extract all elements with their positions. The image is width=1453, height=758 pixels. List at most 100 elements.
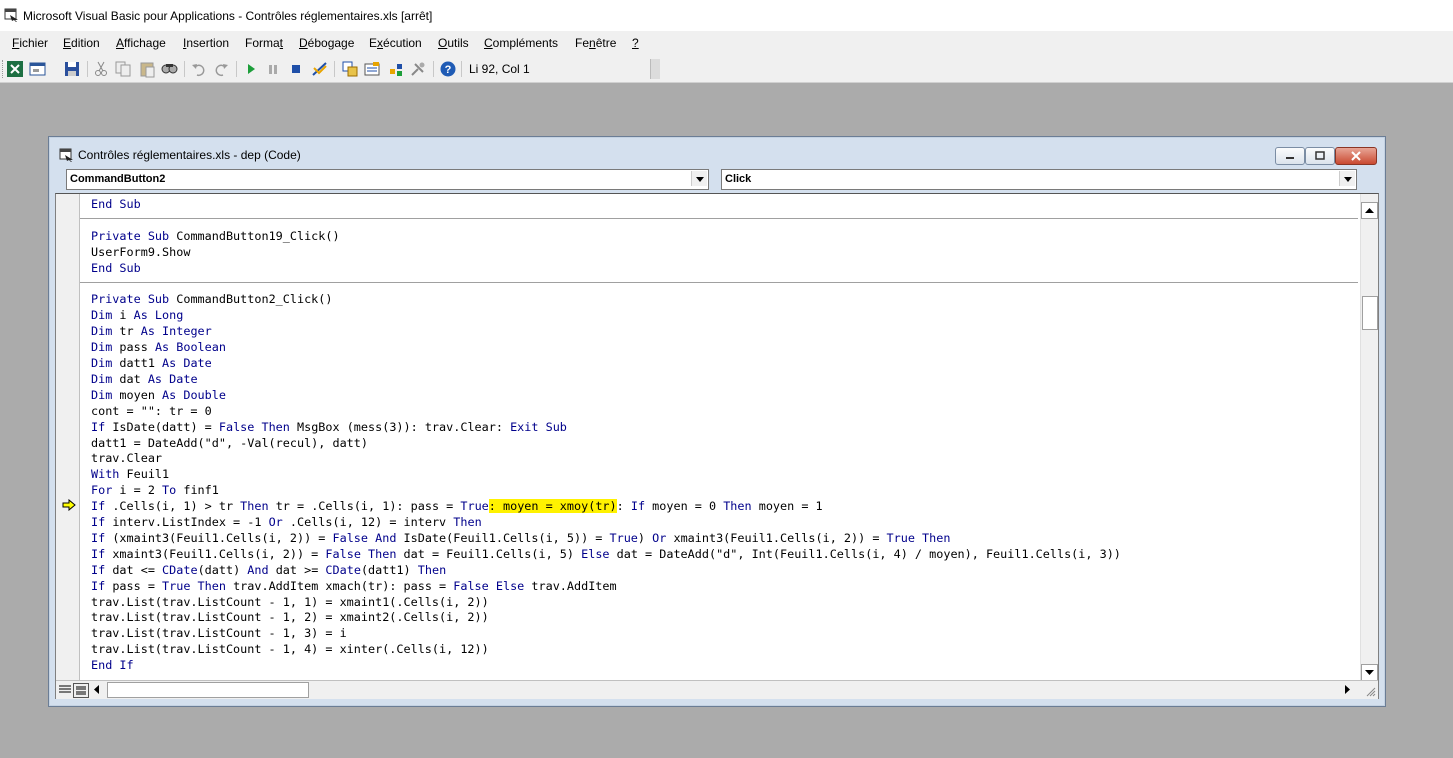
object-browser-icon[interactable] (387, 60, 405, 78)
object-dropdown[interactable]: CommandButton2 (66, 169, 709, 190)
code-line[interactable]: Dim tr As Integer (91, 323, 212, 339)
chevron-down-icon[interactable] (691, 171, 707, 186)
code-keyword: Then (240, 499, 269, 514)
code-window-titlebar[interactable]: Contrôles réglementaires.xls - dep (Code… (49, 137, 1385, 167)
insert-userform-icon[interactable] (29, 60, 47, 78)
menu-item-8[interactable]: Compléments (484, 36, 558, 50)
menu-item-5[interactable]: Débogage (299, 36, 354, 50)
scroll-up-button[interactable] (1361, 202, 1378, 219)
code-line[interactable]: UserForm9.Show (91, 244, 190, 260)
code-line[interactable]: If dat <= CDate(datt) And dat >= CDate(d… (91, 562, 446, 578)
code-keyword: False And (332, 530, 397, 545)
find-icon[interactable] (160, 60, 178, 78)
code-line[interactable]: Private Sub CommandButton19_Click() (91, 228, 340, 244)
menu-item-text: Fe (575, 36, 590, 50)
code-line[interactable]: Private Sub CommandButton2_Click() (91, 291, 333, 307)
code-token: datt1 (112, 356, 163, 370)
cursor-position: Li 92, Col 1 (469, 62, 530, 76)
menu-item-0[interactable]: Fichier (12, 36, 48, 50)
current-code-line[interactable]: If .Cells(i, 1) > tr Then tr = .Cells(i,… (91, 498, 823, 514)
code-keyword: Private Sub (91, 292, 170, 307)
arrow-right-icon[interactable] (1341, 683, 1353, 696)
redo-icon[interactable] (212, 60, 230, 78)
code-line[interactable]: trav.List(trav.ListCount - 1, 1) = xmain… (91, 594, 489, 610)
code-line[interactable]: If interv.ListIndex = -1 Or .Cells(i, 12… (91, 514, 482, 530)
scroll-down-button[interactable] (1361, 664, 1378, 681)
code-line[interactable]: If pass = True Then trav.AddItem xmach(t… (91, 578, 617, 594)
toolbar-options[interactable] (650, 59, 660, 79)
code-keyword: If (91, 578, 106, 593)
procedure-view-icon[interactable] (58, 683, 72, 696)
code-keyword: CDate (162, 562, 198, 577)
code-keyword: If (630, 499, 646, 514)
arrow-left-icon[interactable] (91, 683, 103, 696)
procedure-dropdown[interactable]: Click (721, 169, 1357, 190)
close-button[interactable] (1335, 147, 1377, 165)
code-line[interactable]: For i = 2 To finf1 (91, 482, 219, 498)
reset-icon[interactable] (287, 60, 305, 78)
toolbar-separator (87, 61, 88, 77)
menu-item-4[interactable]: Format (245, 36, 283, 50)
cut-icon[interactable] (92, 60, 110, 78)
code-line[interactable]: End Sub (91, 196, 141, 212)
code-keyword: If (91, 419, 106, 434)
code-line[interactable]: If IsDate(datt) = False Then MsgBox (mes… (91, 419, 567, 435)
code-keyword: True (609, 530, 638, 545)
code-line[interactable]: End If (91, 657, 134, 673)
save-icon[interactable] (63, 60, 81, 78)
code-line[interactable]: Dim moyen As Double (91, 387, 226, 403)
project-explorer-icon[interactable] (341, 60, 359, 78)
paste-icon[interactable] (138, 60, 156, 78)
code-line[interactable]: trav.List(trav.ListCount - 1, 2) = xmain… (91, 609, 489, 625)
code-line[interactable]: trav.List(trav.ListCount - 1, 4) = xinte… (91, 641, 489, 657)
vertical-scroll-thumb[interactable] (1362, 296, 1378, 330)
restore-button[interactable] (1305, 147, 1335, 165)
menu-item-9[interactable]: Fenêtre (575, 36, 616, 50)
code-text-area[interactable]: End Sub Private Sub CommandButton19_Click… (80, 194, 1358, 680)
menu-item-3[interactable]: Insertion (183, 36, 229, 50)
menu-item-accelerator: t (279, 36, 284, 50)
code-line[interactable]: With Feuil1 (91, 466, 169, 482)
code-token: IsDate(Feuil1.Cells(i, 5)) = (396, 530, 610, 545)
horizontal-scroll-thumb[interactable] (107, 682, 309, 698)
code-line[interactable]: Dim i As Long (91, 307, 183, 323)
toolbox-icon[interactable] (409, 60, 427, 78)
code-line[interactable]: cont = "": tr = 0 (91, 403, 212, 419)
toolbar-separator (461, 61, 462, 77)
design-mode-icon[interactable] (311, 60, 329, 78)
menu-item-accelerator: D (299, 36, 308, 50)
procedure-separator (80, 217, 1358, 219)
code-line[interactable]: End Sub (91, 260, 141, 276)
menu-item-6[interactable]: Exécution (369, 36, 422, 50)
margin-indicator-bar[interactable] (56, 194, 80, 680)
code-line[interactable]: trav.Clear (91, 450, 162, 466)
menu-item-7[interactable]: Outils (438, 36, 469, 50)
menu-item-2[interactable]: Affichage (116, 36, 166, 50)
full-module-view-icon[interactable] (73, 683, 89, 698)
run-icon[interactable] (242, 60, 260, 78)
code-line[interactable]: Dim pass As Boolean (91, 339, 226, 355)
properties-icon[interactable] (363, 60, 381, 78)
undo-icon[interactable] (190, 60, 208, 78)
chevron-down-icon[interactable] (1339, 171, 1355, 186)
code-line[interactable]: If xmaint3(Feuil1.Cells(i, 2)) = False T… (91, 546, 1121, 562)
excel-icon[interactable] (6, 60, 24, 78)
object-dropdown-value: CommandButton2 (70, 173, 166, 185)
break-icon[interactable] (264, 60, 282, 78)
code-line[interactable]: trav.List(trav.ListCount - 1, 3) = i (91, 625, 347, 641)
menu-bar: Fichier Edition Affichage Insertion Format Dé… (0, 31, 1453, 56)
code-keyword: To (162, 483, 177, 498)
horizontal-scrollbar[interactable] (89, 681, 1361, 698)
code-line[interactable]: datt1 = DateAdd("d", -Val(recul), datt) (91, 435, 368, 451)
vertical-scrollbar[interactable] (1360, 194, 1378, 681)
menu-item-1[interactable]: Edition (63, 36, 100, 50)
code-line[interactable]: If (xmaint3(Feuil1.Cells(i, 2)) = False … (91, 530, 950, 546)
menu-item-10[interactable]: ? (632, 36, 639, 50)
code-line[interactable]: Dim dat As Date (91, 371, 198, 387)
help-icon[interactable]: ? (439, 60, 457, 78)
code-editor[interactable]: End Sub Private Sub CommandButton19_Click… (55, 193, 1379, 699)
minimize-button[interactable] (1275, 147, 1305, 165)
resize-grip-icon[interactable] (1364, 685, 1376, 697)
copy-icon[interactable] (114, 60, 132, 78)
code-line[interactable]: Dim datt1 As Date (91, 355, 212, 371)
